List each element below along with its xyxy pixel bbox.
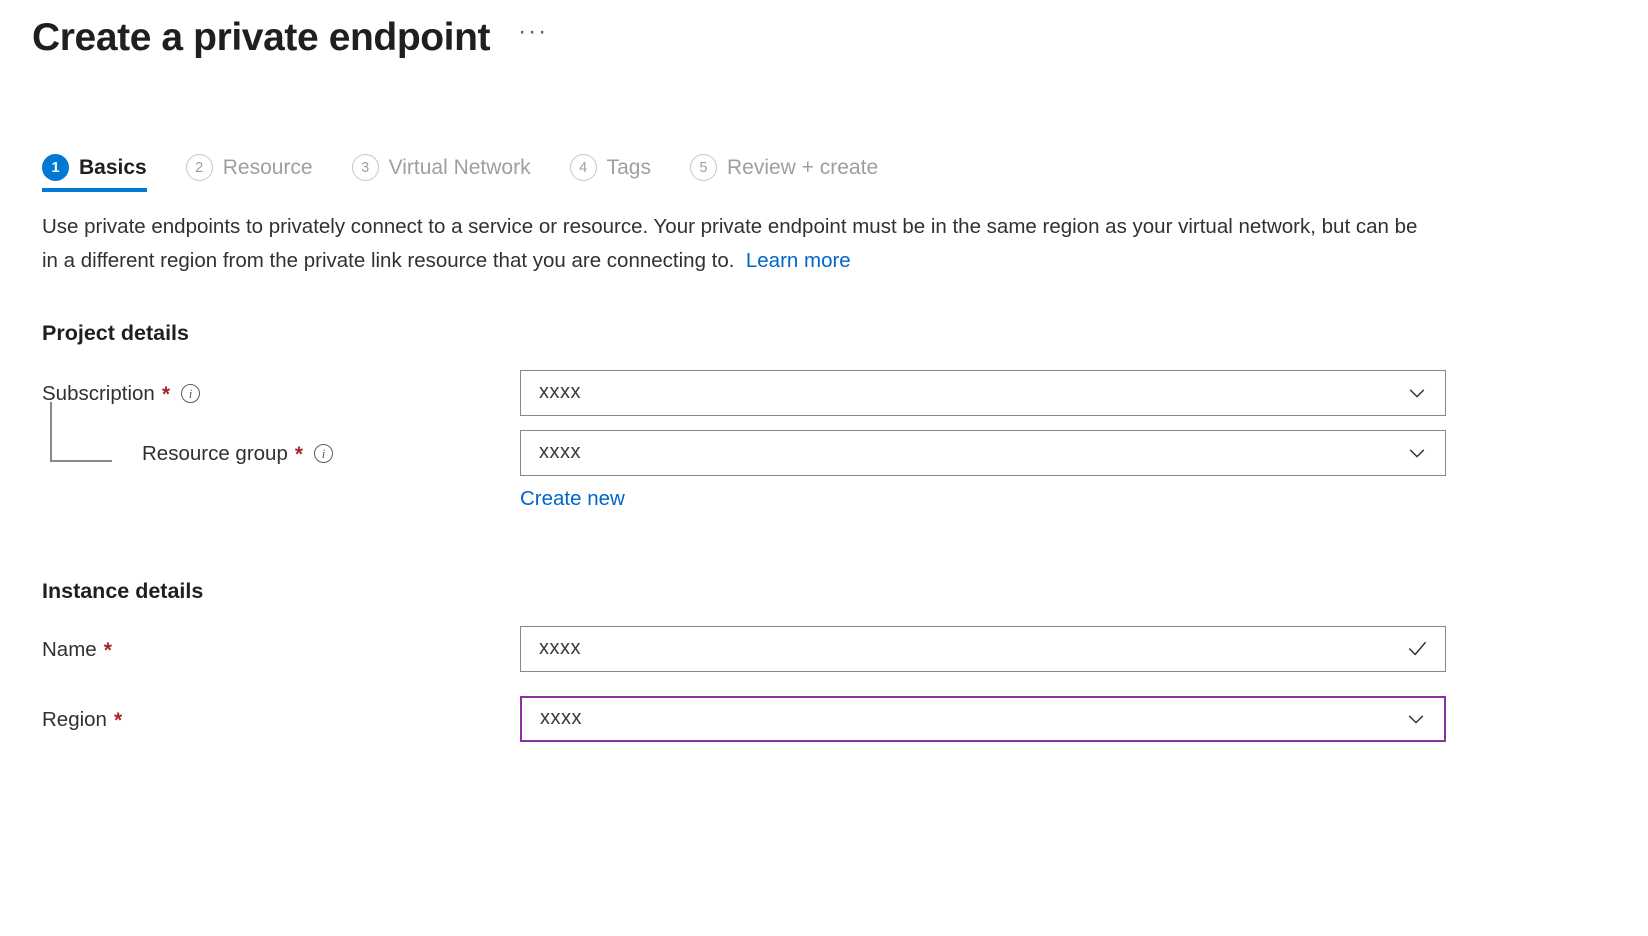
resource-group-info-icon[interactable]: i xyxy=(314,444,333,463)
region-required-marker: * xyxy=(114,710,122,731)
resource-group-required-marker: * xyxy=(295,444,303,465)
subscription-field-col: xxxx xyxy=(520,370,1446,416)
subscription-required-marker: * xyxy=(162,384,170,405)
subscription-value: xxxx xyxy=(521,381,581,404)
name-label-col: Name * xyxy=(42,626,520,674)
resource-group-label-text: Resource group xyxy=(142,442,288,466)
tab-resource[interactable]: 2 Resource xyxy=(186,154,332,192)
tab-number-2: 2 xyxy=(186,154,213,181)
tab-number-1: 1 xyxy=(42,154,69,181)
resource-group-value: xxxx xyxy=(521,441,581,464)
region-row: Region * xxxx xyxy=(42,696,1648,744)
create-private-endpoint-page: Create a private endpoint ··· 1 Basics 2… xyxy=(0,0,1648,936)
tab-virtual-network[interactable]: 3 Virtual Network xyxy=(352,154,550,192)
resource-group-label-col: Resource group * i xyxy=(42,430,520,478)
tab-label-resource: Resource xyxy=(223,157,313,178)
region-label-col: Region * xyxy=(42,696,520,744)
name-label-text: Name xyxy=(42,638,97,662)
region-chevron-down-icon xyxy=(1405,708,1427,730)
name-row: Name * xxxx xyxy=(42,626,1648,674)
tree-connector-icon xyxy=(50,430,142,478)
name-required-marker: * xyxy=(104,640,112,661)
tab-basics[interactable]: 1 Basics xyxy=(42,154,166,192)
name-field-col: xxxx xyxy=(520,626,1446,672)
resource-group-dropdown[interactable]: xxxx xyxy=(520,430,1446,476)
instance-details-heading: Instance details xyxy=(42,579,1648,604)
description-text: Use private endpoints to privately conne… xyxy=(42,215,1417,272)
name-label: Name * xyxy=(42,638,112,662)
name-input[interactable]: xxxx xyxy=(520,626,1446,672)
subscription-info-icon[interactable]: i xyxy=(181,384,200,403)
page-title: Create a private endpoint xyxy=(32,17,490,60)
resource-group-label: Resource group * i xyxy=(142,442,333,466)
page-header: Create a private endpoint ··· xyxy=(0,0,1648,64)
subscription-label: Subscription * i xyxy=(42,382,200,406)
subscription-dropdown[interactable]: xxxx xyxy=(520,370,1446,416)
page-description: Use private endpoints to privately conne… xyxy=(42,210,1432,279)
tab-number-4: 4 xyxy=(570,154,597,181)
region-label: Region * xyxy=(42,708,122,732)
tab-label-review-create: Review + create xyxy=(727,157,878,178)
resource-group-field-col: xxxx Create new xyxy=(520,430,1446,511)
resource-group-chevron-down-icon xyxy=(1406,442,1428,464)
tab-number-3: 3 xyxy=(352,154,379,181)
tab-tags[interactable]: 4 Tags xyxy=(570,154,670,192)
subscription-label-text: Subscription xyxy=(42,382,155,406)
project-details-heading: Project details xyxy=(42,321,1648,346)
region-field-col: xxxx xyxy=(520,696,1446,742)
resource-group-row: Resource group * i xxxx Create new xyxy=(42,430,1648,511)
name-value: xxxx xyxy=(521,637,581,660)
wizard-tabs: 1 Basics 2 Resource 3 Virtual Network 4 … xyxy=(0,140,1648,192)
tab-label-virtual-network: Virtual Network xyxy=(389,157,531,178)
tab-number-5: 5 xyxy=(690,154,717,181)
tab-review-create[interactable]: 5 Review + create xyxy=(690,154,897,192)
create-new-wrapper: Create new xyxy=(520,487,1446,511)
region-value: xxxx xyxy=(522,707,582,730)
subscription-row: Subscription * i xxxx xyxy=(42,370,1648,418)
name-checkmark-icon xyxy=(1406,638,1428,660)
tab-label-tags: Tags xyxy=(607,157,651,178)
region-dropdown[interactable]: xxxx xyxy=(520,696,1446,742)
learn-more-link[interactable]: Learn more xyxy=(746,249,851,272)
region-label-text: Region xyxy=(42,708,107,732)
more-options-icon[interactable]: ··· xyxy=(512,18,554,58)
tab-label-basics: Basics xyxy=(79,157,147,178)
subscription-label-col: Subscription * i xyxy=(42,370,520,418)
subscription-chevron-down-icon xyxy=(1406,382,1428,404)
create-new-link[interactable]: Create new xyxy=(520,487,625,510)
